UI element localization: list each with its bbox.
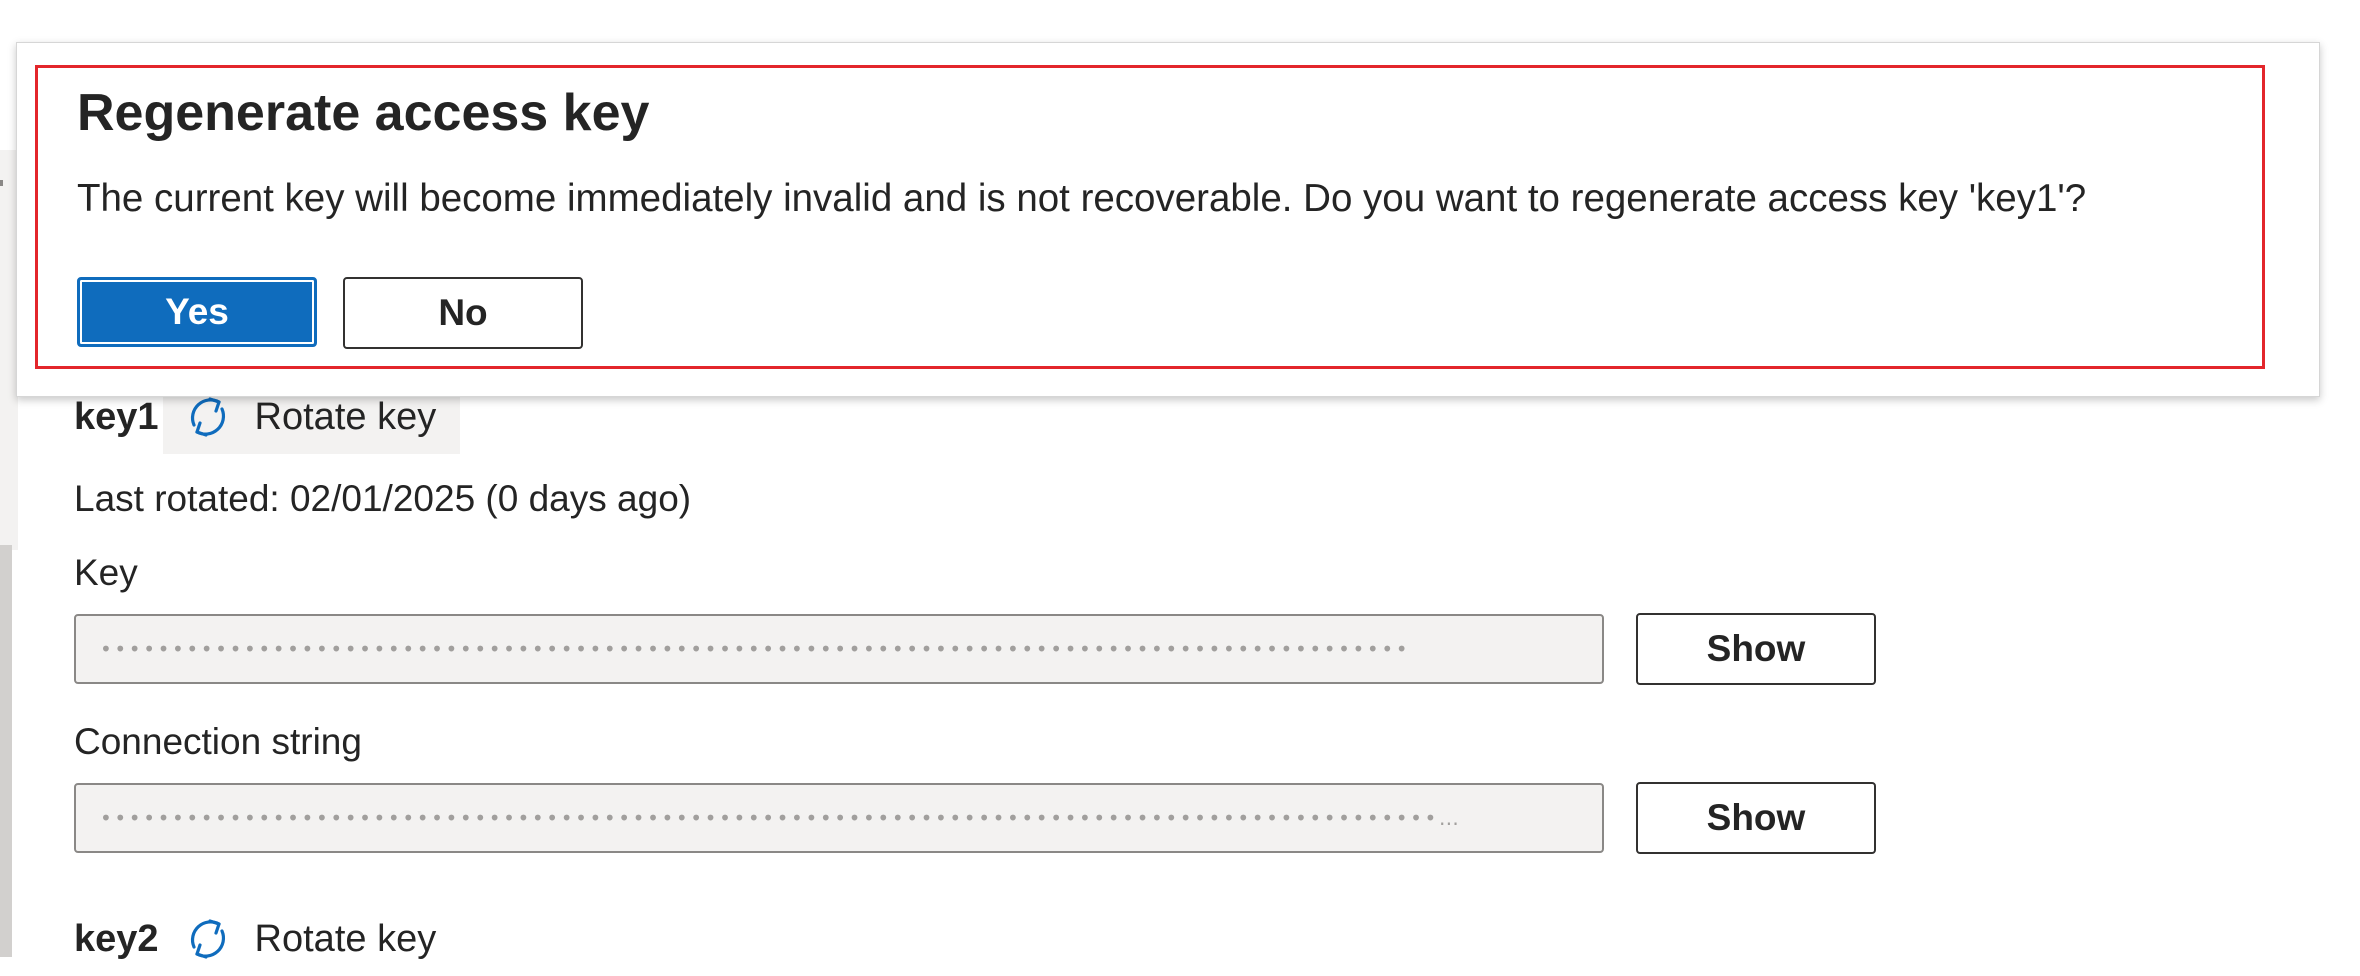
- key1-key-row: ••••••••••••••••••••••••••••••••••••••••…: [74, 613, 1876, 685]
- key2-header: key2 Rotate key: [74, 902, 460, 976]
- regenerate-key-dialog: Regenerate access key The current key wi…: [16, 42, 2320, 397]
- key2-title: key2: [74, 917, 159, 960]
- key1-connection-row: ••••••••••••••••••••••••••••••••••••••••…: [74, 782, 1876, 854]
- dialog-actions: Yes No: [77, 277, 583, 349]
- key1-last-rotated: Last rotated: 02/01/2025 (0 days ago): [74, 478, 692, 519]
- key1-key-field[interactable]: ••••••••••••••••••••••••••••••••••••••••…: [74, 614, 1604, 684]
- edge-marker: [0, 180, 3, 186]
- key1-rotate-key-label: Rotate key: [254, 395, 437, 438]
- key2-rotate-key-label: Rotate key: [254, 917, 437, 960]
- key2-rotate-key-button[interactable]: Rotate key: [163, 902, 461, 976]
- dialog-title: Regenerate access key: [77, 84, 650, 142]
- yes-button[interactable]: Yes: [77, 277, 317, 347]
- key1-key-label: Key: [74, 552, 138, 593]
- dialog-message: The current key will become immediately …: [77, 177, 2087, 220]
- key1-key-show-button[interactable]: Show: [1636, 613, 1876, 685]
- key1-connection-string-label: Connection string: [74, 721, 362, 762]
- key1-connection-string-field[interactable]: ••••••••••••••••••••••••••••••••••••••••…: [74, 783, 1604, 853]
- key1-title: key1: [74, 395, 159, 438]
- no-button[interactable]: No: [343, 277, 583, 349]
- rotate-icon: [190, 397, 225, 437]
- scrollbar-track[interactable]: [0, 545, 12, 957]
- key1-connection-show-button[interactable]: Show: [1636, 782, 1876, 854]
